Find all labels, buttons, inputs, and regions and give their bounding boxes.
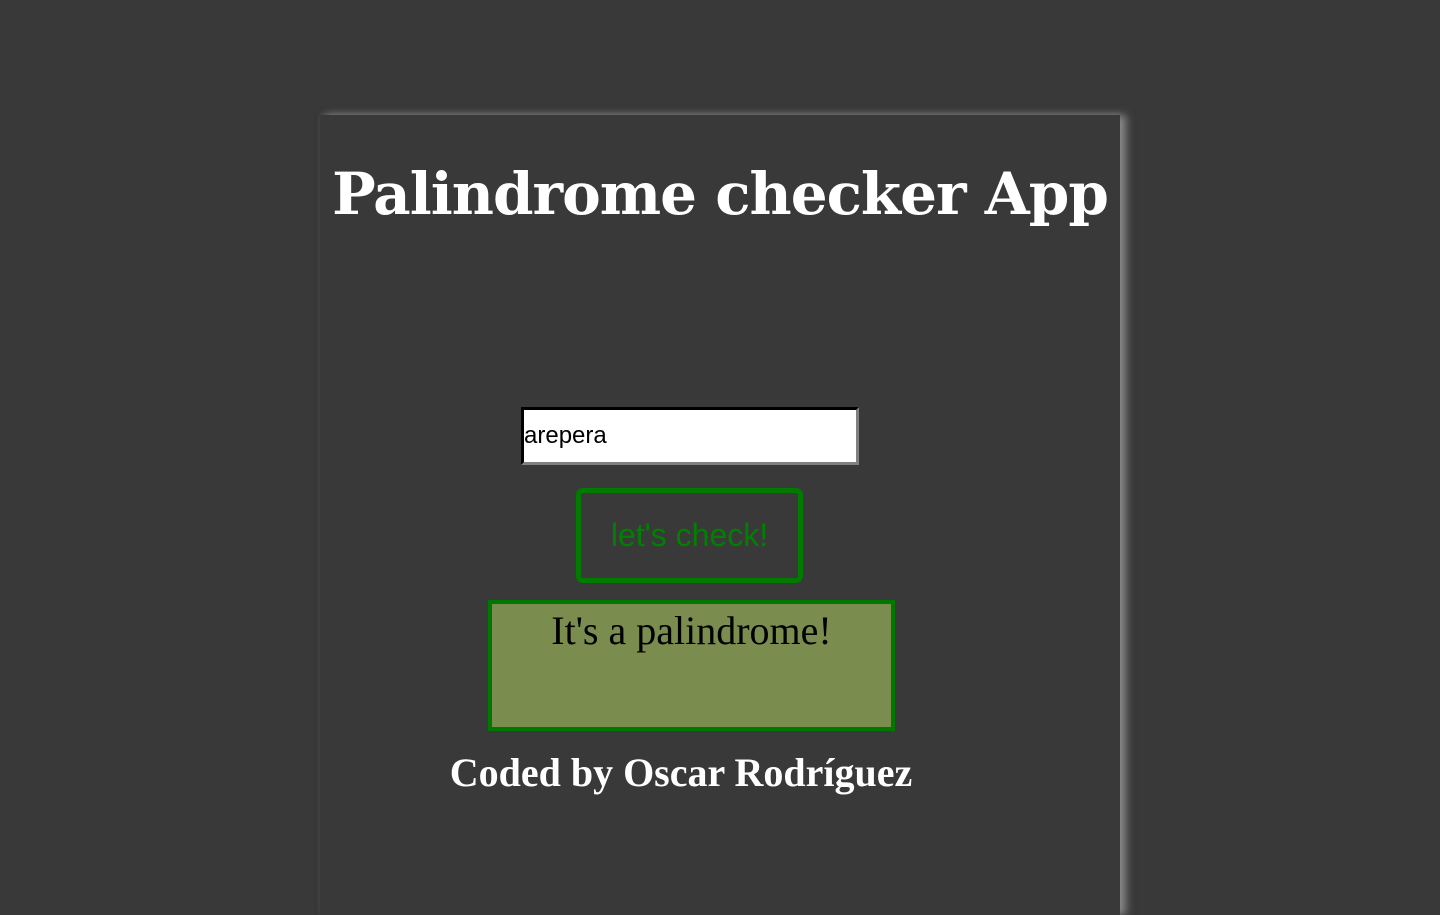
app-card: Palindrome checker App let's check! It's…	[320, 115, 1120, 915]
check-button[interactable]: let's check!	[576, 488, 803, 583]
footer-credit: Coded by Oscar Rodríguez	[449, 750, 913, 795]
word-input[interactable]	[521, 407, 859, 465]
page-title: Palindrome checker App	[332, 160, 1109, 228]
result-box: It's a palindrome!	[488, 600, 895, 731]
